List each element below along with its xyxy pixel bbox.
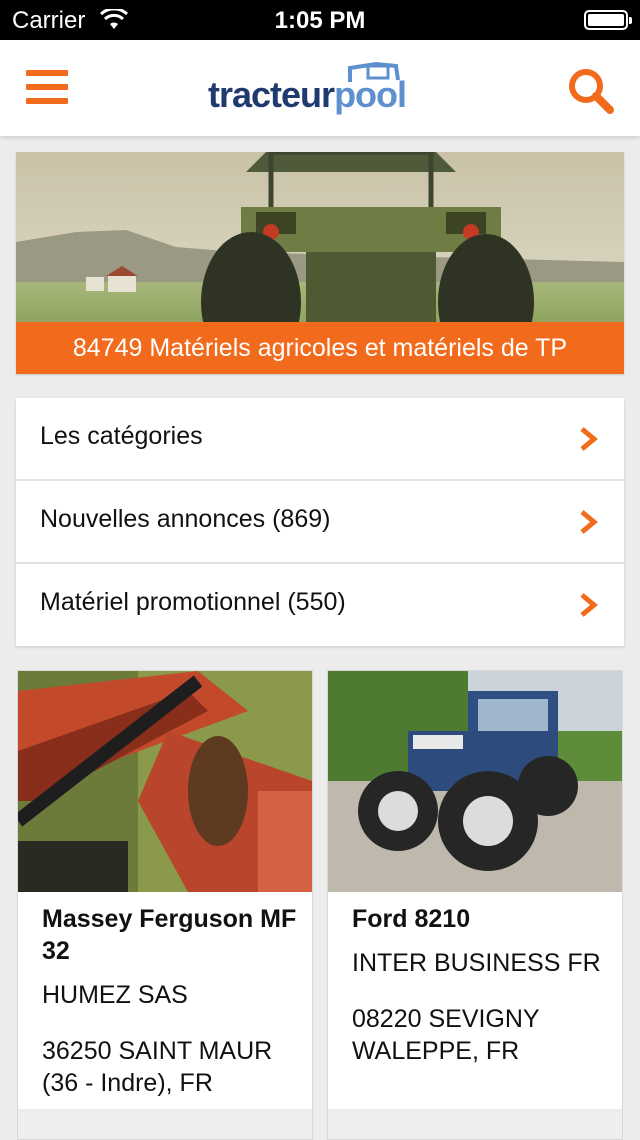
- listing-location: 08220 SEVIGNY WALEPPE, FR: [352, 1005, 540, 1065]
- menu-item-label: Matériel promotionnel (550): [40, 588, 346, 616]
- listing-info: Ford 8210 INTER BUSINESS FR 08220 SEVIGN…: [352, 903, 608, 1067]
- listing-card[interactable]: Massey Ferguson MF 32 HUMEZ SAS 36250 SA…: [17, 670, 313, 1140]
- listing-title: Ford 8210: [352, 905, 471, 933]
- battery-icon: [584, 10, 632, 30]
- listing-photo: [18, 671, 312, 892]
- logo-wordmark: tracteurpool: [208, 74, 407, 115]
- listing-dealer: INTER BUSINESS FR: [352, 949, 601, 977]
- chevron-right-icon: [580, 427, 598, 451]
- menu-list: Les catégories Nouvelles annonces (869) …: [16, 398, 624, 646]
- hamburger-menu-icon[interactable]: [26, 70, 68, 104]
- menu-item-categories[interactable]: Les catégories: [16, 398, 624, 481]
- hero-banner-text: 84749 Matériels agricoles et matériels d…: [16, 322, 624, 374]
- status-bar: Carrier 1:05 PM: [0, 0, 640, 40]
- top-nav-bar: tracteurpool: [0, 40, 640, 136]
- menu-item-new-listings[interactable]: Nouvelles annonces (869): [16, 481, 624, 564]
- chevron-right-icon: [580, 593, 598, 617]
- chevron-right-icon: [580, 510, 598, 534]
- menu-item-promotional[interactable]: Matériel promotionnel (550): [16, 564, 624, 646]
- menu-item-label: Les catégories: [40, 422, 203, 450]
- listing-footer: [328, 1109, 622, 1139]
- listing-location: 36250 SAINT MAUR (36 - Indre), FR: [42, 1037, 273, 1097]
- search-icon[interactable]: [566, 66, 616, 116]
- listing-dealer: HUMEZ SAS: [42, 981, 188, 1009]
- tracteurpool-logo[interactable]: tracteurpool: [208, 60, 432, 120]
- listing-photo: [328, 671, 622, 892]
- listing-title: Massey Ferguson MF 32: [42, 905, 297, 965]
- listing-info: Massey Ferguson MF 32 HUMEZ SAS 36250 SA…: [42, 903, 298, 1099]
- clock: 1:05 PM: [274, 7, 366, 34]
- hero-banner[interactable]: 84749 Matériels agricoles et matériels d…: [16, 152, 624, 374]
- listing-footer: [18, 1109, 312, 1139]
- menu-item-label: Nouvelles annonces (869): [40, 505, 331, 533]
- listing-card[interactable]: Ford 8210 INTER BUSINESS FR 08220 SEVIGN…: [327, 670, 623, 1140]
